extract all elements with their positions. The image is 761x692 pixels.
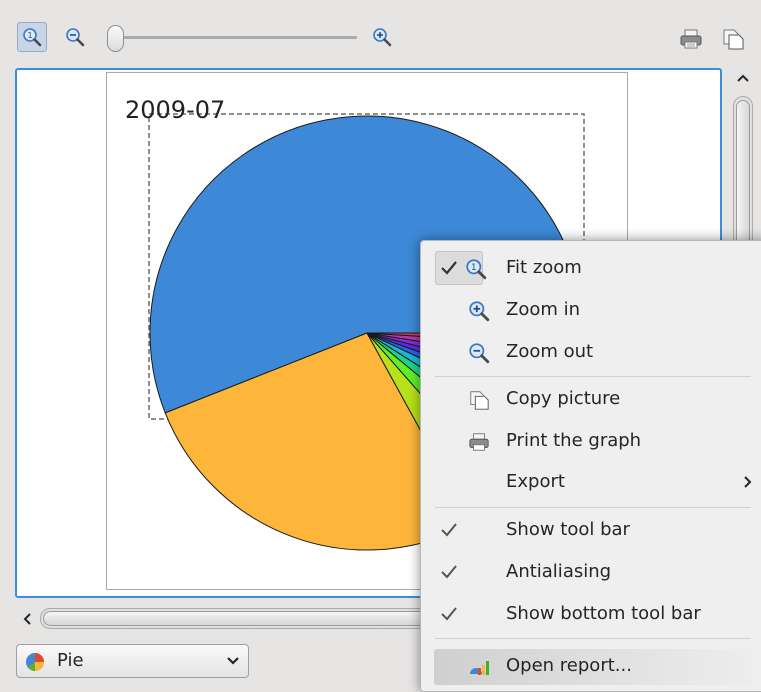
vertical-scroll-handle[interactable] bbox=[736, 100, 750, 250]
chart-type-label: Pie bbox=[57, 650, 84, 671]
chevron-down-icon bbox=[227, 657, 239, 665]
menu-item-label: Open report... bbox=[506, 655, 632, 676]
check-icon bbox=[441, 523, 457, 537]
zoom-in-icon bbox=[373, 28, 392, 47]
pie-chart-icon bbox=[26, 653, 44, 671]
zoom-slider-groove[interactable] bbox=[112, 36, 357, 39]
svg-text:1: 1 bbox=[27, 31, 32, 40]
scroll-up-button[interactable] bbox=[730, 66, 756, 90]
copy-icon bbox=[470, 391, 489, 410]
zoom-in-button[interactable] bbox=[367, 22, 397, 52]
check-icon bbox=[441, 565, 457, 579]
report-icon bbox=[470, 661, 489, 675]
svg-text:1: 1 bbox=[471, 263, 477, 273]
menu-item-label: Show tool bar bbox=[506, 519, 630, 540]
menu-item-label: Export bbox=[506, 471, 565, 492]
check-icon bbox=[441, 261, 457, 275]
menu-separator bbox=[435, 638, 751, 639]
menu-item-open-report[interactable]: Open report... bbox=[421, 646, 751, 686]
scroll-left-button[interactable] bbox=[15, 607, 39, 631]
chevron-up-icon bbox=[737, 74, 749, 82]
chart-type-combobox[interactable]: Pie bbox=[16, 644, 249, 678]
zoom-in-icon bbox=[469, 301, 490, 322]
print-button[interactable] bbox=[676, 24, 706, 54]
menu-separator bbox=[435, 376, 751, 377]
menu-item-zoom-out[interactable]: Zoom out bbox=[421, 332, 751, 372]
zoom-fit-icon: 1 bbox=[23, 28, 42, 47]
chevron-right-icon bbox=[744, 476, 752, 488]
printer-icon bbox=[680, 29, 702, 49]
copy-icon bbox=[723, 29, 744, 50]
menu-item-label: Zoom in bbox=[506, 299, 581, 320]
zoom-slider-handle[interactable] bbox=[107, 25, 124, 52]
context-menu: 1 Fit zoom Zoom in Zoom out Copy picture bbox=[420, 240, 761, 692]
chevron-left-icon bbox=[23, 613, 31, 625]
menu-item-fit-zoom[interactable]: 1 Fit zoom bbox=[421, 248, 751, 288]
menu-item-label: Fit zoom bbox=[506, 257, 582, 278]
zoom-fit-icon: 1 bbox=[466, 259, 487, 280]
printer-icon bbox=[469, 433, 489, 451]
menu-item-label: Antialiasing bbox=[506, 561, 612, 582]
check-icon bbox=[441, 607, 457, 621]
menu-item-label: Show bottom tool bar bbox=[506, 603, 701, 624]
menu-item-show-tool-bar[interactable]: Show tool bar bbox=[421, 510, 751, 550]
menu-item-antialiasing[interactable]: Antialiasing bbox=[421, 552, 751, 592]
menu-separator bbox=[435, 507, 751, 508]
menu-item-label: Zoom out bbox=[506, 341, 594, 362]
copy-button[interactable] bbox=[718, 24, 748, 54]
menu-item-copy-picture[interactable]: Copy picture bbox=[421, 379, 751, 419]
menu-item-label: Copy picture bbox=[506, 388, 621, 409]
menu-item-print-graph[interactable]: Print the graph bbox=[421, 421, 751, 461]
fit-zoom-button[interactable]: 1 bbox=[17, 22, 47, 52]
menu-item-show-bottom-tool-bar[interactable]: Show bottom tool bar bbox=[421, 594, 751, 634]
menu-item-export[interactable]: Export bbox=[421, 462, 752, 502]
menu-item-label: Print the graph bbox=[506, 430, 642, 451]
horizontal-scroll-handle[interactable] bbox=[43, 611, 443, 626]
menu-item-zoom-in[interactable]: Zoom in bbox=[421, 290, 751, 330]
chart-title: 2009-07 bbox=[125, 96, 225, 124]
zoom-out-button[interactable] bbox=[60, 22, 90, 52]
zoom-out-icon bbox=[66, 28, 85, 47]
zoom-out-icon bbox=[469, 343, 490, 364]
